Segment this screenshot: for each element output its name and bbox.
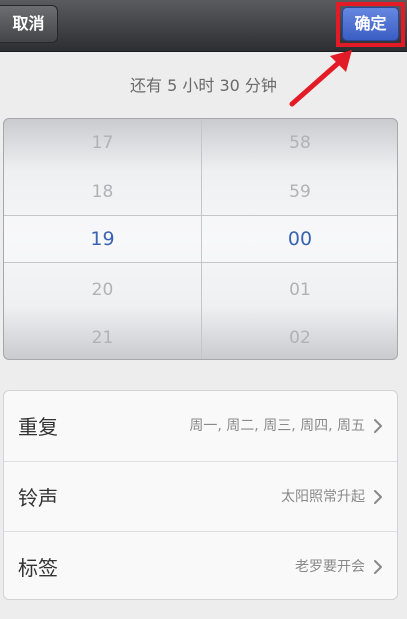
ringtone-label: 铃声 [18,486,58,510]
tag-label: 标签 [18,556,58,580]
remaining-time-label: 还有 5 小时 30 分钟 [130,76,277,95]
hour-option[interactable]: 18 [4,182,201,202]
alarm-settings-list: 重复 周一, 周二, 周三, 周四, 周五 铃声 太阳照常升起 标签 老罗要开会 [3,390,398,600]
minute-option-selected[interactable]: 00 [202,228,397,250]
minute-option[interactable]: 01 [202,280,397,300]
tag-row[interactable]: 标签 老罗要开会 [4,531,397,599]
chevron-right-icon [374,419,382,433]
hour-wheel[interactable]: 17 18 19 20 21 [4,119,201,359]
time-picker[interactable]: 17 18 19 20 21 58 59 00 01 02 [3,118,398,360]
minute-option[interactable]: 59 [202,182,397,202]
minute-wheel[interactable]: 58 59 00 01 02 [201,119,397,359]
minute-option[interactable]: 02 [202,328,397,348]
cancel-button[interactable]: 取消 [0,5,58,43]
hour-option[interactable]: 20 [4,280,201,300]
confirm-button[interactable]: 确定 [342,7,399,41]
chevron-right-icon [374,560,382,574]
ringtone-row[interactable]: 铃声 太阳照常升起 [4,461,397,532]
hour-option[interactable]: 17 [4,133,201,153]
repeat-row[interactable]: 重复 周一, 周二, 周三, 周四, 周五 [4,391,397,461]
chevron-right-icon [374,490,382,504]
tag-value: 老罗要开会 [295,559,365,575]
hour-option[interactable]: 21 [4,328,201,348]
minute-option[interactable]: 58 [202,133,397,153]
hour-option-selected[interactable]: 19 [4,228,201,250]
repeat-value: 周一, 周二, 周三, 周四, 周五 [189,418,365,434]
repeat-label: 重复 [18,415,58,439]
ringtone-value: 太阳照常升起 [281,489,365,505]
